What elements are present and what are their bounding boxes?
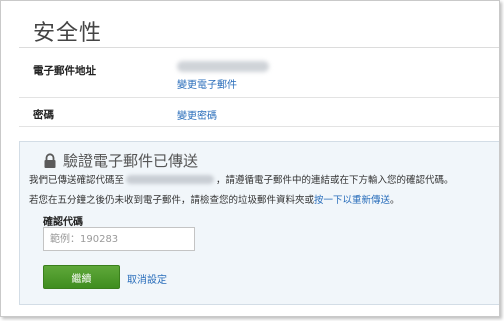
resend-message-end: 。 (390, 195, 400, 206)
lock-icon (43, 152, 57, 169)
redacted-email-address (177, 61, 269, 72)
change-password-link[interactable]: 變更密碼 (177, 107, 217, 122)
resend-message-start: 若您在五分鐘之後仍未收到電子郵件，請檢查您的垃圾郵件資料夾或 (29, 195, 315, 206)
resend-link[interactable]: 按一下以重新傳送 (314, 195, 390, 206)
security-settings-panel: 安全性 電子郵件地址 變更電子郵件 密碼 變更密碼 驗證電子郵件已傳送 我們已傳… (0, 0, 500, 317)
verification-title-text: 驗證電子郵件已傳送 (63, 152, 199, 170)
password-label: 密碼 (33, 109, 54, 121)
sent-message: 我們已傳送確認代碼至 ，請遵循電子郵件中的連結或在下方輸入您的確認代碼。 (29, 172, 454, 186)
change-email-link[interactable]: 變更電子郵件 (177, 76, 237, 91)
confirmation-code-label: 確認代碼 (43, 217, 83, 228)
page-title: 安全性 (33, 21, 103, 46)
resend-message: 若您在五分鐘之後仍未收到電子郵件，請檢查您的垃圾郵件資料夾或按一下以重新傳送。 (29, 192, 400, 206)
sent-message-start: 我們已傳送確認代碼至 (29, 175, 125, 186)
cancel-setup-link[interactable]: 取消設定 (127, 271, 167, 286)
row-divider (19, 126, 499, 127)
verification-sent-box: 驗證電子郵件已傳送 我們已傳送確認代碼至 ，請遵循電子郵件中的連結或在下方輸入您的… (19, 141, 499, 305)
row-divider (19, 97, 499, 98)
email-address-label: 電子郵件地址 (33, 65, 96, 77)
confirmation-code-input[interactable] (43, 227, 195, 251)
sent-message-end: ，請遵循電子郵件中的連結或在下方輸入您的確認代碼。 (216, 175, 454, 186)
continue-button[interactable]: 繼續 (43, 265, 120, 289)
title-divider (19, 47, 499, 48)
verification-title: 驗證電子郵件已傳送 (43, 150, 198, 171)
redacted-email-inline (126, 175, 215, 184)
